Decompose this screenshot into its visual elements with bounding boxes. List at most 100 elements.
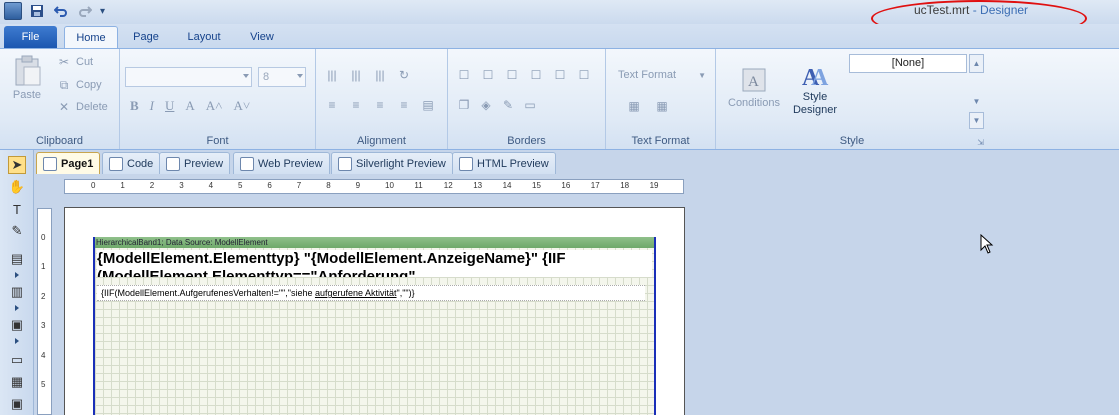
- text-component-title[interactable]: {ModellElement.Elementtyp} "{ModellEleme…: [97, 250, 652, 277]
- delete-icon: ✕: [58, 100, 70, 114]
- line-style-icon[interactable]: ▭: [522, 98, 538, 112]
- expand-arrow-icon[interactable]: [15, 272, 19, 278]
- tab-file[interactable]: File: [4, 26, 57, 48]
- tab-preview[interactable]: Preview: [159, 152, 231, 174]
- font-group-label: Font: [206, 135, 229, 147]
- right-border-icon[interactable]: ☐: [576, 68, 592, 82]
- save-icon[interactable]: [28, 2, 46, 20]
- tab-home[interactable]: Home: [64, 26, 118, 48]
- report-page[interactable]: HierarchicalBand1; Data Source: ModellEl…: [64, 207, 685, 415]
- group-borders: ☐ ☐ ☐ ☐ ☐ ☐ ❐ ◈ ✎ ▭ Borders: [448, 49, 606, 149]
- alignment-group-label: Alignment: [357, 135, 406, 147]
- grow-font-button[interactable]: A˄: [206, 98, 223, 114]
- shrink-font-button[interactable]: A˅: [234, 98, 251, 114]
- hierarchical-band[interactable]: HierarchicalBand1; Data Source: ModellEl…: [93, 237, 656, 415]
- conditions-button[interactable]: A Conditions: [728, 67, 780, 109]
- group-alignment: ||| ||| ||| ↻ ≡ ≡ ≡ ≡ ▤ Alignment: [316, 49, 448, 149]
- font-size-combo[interactable]: 8: [258, 67, 306, 87]
- qat-customize-icon[interactable]: ▾: [100, 6, 105, 17]
- delete-button[interactable]: ✕ Delete: [56, 100, 108, 114]
- no-border-icon[interactable]: ☐: [480, 68, 496, 82]
- tab-code[interactable]: Code: [102, 152, 161, 174]
- ruler-tick-label: 8: [326, 181, 331, 190]
- gallery-down-icon[interactable]: ▼: [969, 93, 984, 112]
- style-designer-button[interactable]: AA Style Designer: [792, 61, 838, 117]
- tab-page[interactable]: Page: [122, 26, 170, 48]
- tab-silverlight-preview[interactable]: Silverlight Preview: [331, 152, 453, 174]
- cross-band-tool-icon[interactable]: ▥: [8, 283, 26, 301]
- designer-area[interactable]: 0 1 2 3 4 5 6 7 8 9 10 11 12 13 14 15 16 17 18 19 012345 Hi…: [34, 174, 1119, 415]
- copy-icon: ⧉: [59, 77, 69, 92]
- hand-pan-icon[interactable]: ✋: [8, 178, 26, 196]
- band-tool-icon[interactable]: ▤: [8, 250, 26, 268]
- format-currency-icon[interactable]: ▦: [626, 99, 642, 113]
- delete-label: Delete: [76, 101, 108, 113]
- word-wrap-icon[interactable]: ▤: [420, 98, 436, 112]
- align-bottom-icon[interactable]: |||: [372, 68, 388, 82]
- reference-text-pre: {IIF(ModellElement.AufgerufenesVerhalten…: [101, 288, 315, 298]
- tab-view[interactable]: View: [240, 26, 284, 48]
- web-preview-icon: [240, 156, 254, 171]
- svg-text:A: A: [748, 74, 759, 90]
- align-top-icon[interactable]: |||: [324, 68, 340, 82]
- fill-color-icon[interactable]: ◈: [478, 98, 494, 112]
- align-center-icon[interactable]: ≡: [348, 98, 364, 112]
- tab-html-preview[interactable]: HTML Preview: [452, 152, 556, 174]
- dialog-launcher-icon[interactable]: ⇲: [977, 138, 984, 147]
- ruler-tick-label: 0: [91, 181, 96, 190]
- gallery-expand-icon[interactable]: ▼: [969, 112, 984, 129]
- style-designer-label: Style Designer: [792, 91, 838, 116]
- tab-layout[interactable]: Layout: [178, 26, 230, 48]
- italic-button[interactable]: I: [150, 98, 154, 114]
- expand-arrow-icon[interactable]: [15, 338, 19, 344]
- rotate-text-icon[interactable]: ↻: [396, 68, 412, 82]
- shadow-icon[interactable]: ❐: [456, 98, 472, 112]
- text-component-reference[interactable]: {IIF(ModellElement.AufgerufenesVerhalten…: [97, 285, 645, 301]
- ruler-tick-label: 3: [41, 321, 46, 331]
- components-tool-icon[interactable]: ▣: [8, 316, 26, 334]
- tab-page1[interactable]: Page1: [36, 152, 101, 174]
- style-gallery-item[interactable]: [None]: [849, 54, 967, 73]
- format-brush-icon[interactable]: ✎: [8, 222, 26, 240]
- text-format-button[interactable]: Text Format ▼: [618, 69, 706, 81]
- underline-button[interactable]: U: [165, 98, 174, 114]
- ruler-tick-label: 14: [502, 181, 512, 190]
- select-pointer-icon[interactable]: ➤: [8, 156, 26, 174]
- align-middle-icon[interactable]: |||: [348, 68, 364, 82]
- ruler-tick-label: 7: [296, 181, 302, 190]
- app-icon[interactable]: [4, 2, 22, 20]
- tab-web-preview[interactable]: Web Preview: [233, 152, 330, 174]
- gallery-up-icon[interactable]: ▲: [969, 54, 984, 73]
- border-color-icon[interactable]: ✎: [500, 98, 516, 112]
- paste-button[interactable]: Paste: [12, 55, 42, 101]
- html-preview-icon: [459, 156, 473, 171]
- conditions-label: Conditions: [728, 97, 780, 109]
- ruler-tick-label: 3: [179, 181, 184, 190]
- cut-button[interactable]: ✂ Cut: [56, 55, 93, 69]
- align-left-icon[interactable]: ≡: [324, 98, 340, 112]
- vertical-ruler: 0 1 2 3 4 5: [37, 208, 52, 415]
- bold-button[interactable]: B: [130, 98, 139, 114]
- justify-icon[interactable]: ≡: [396, 98, 412, 112]
- borders-row-top: ☐ ☐ ☐ ☐ ☐ ☐: [456, 68, 592, 82]
- text-tool-icon[interactable]: T: [8, 200, 26, 218]
- redo-icon[interactable]: [76, 2, 94, 20]
- format-other-icon[interactable]: ▦: [654, 99, 670, 113]
- expand-arrow-icon[interactable]: [15, 305, 19, 311]
- ruler-tick-label: 12: [443, 181, 453, 190]
- text-component-icon[interactable]: ▭: [8, 351, 26, 369]
- ruler-tick-label: 5: [41, 380, 46, 389]
- top-border-icon[interactable]: ☐: [504, 68, 520, 82]
- table-component-icon[interactable]: ▦: [8, 373, 26, 391]
- align-right-icon[interactable]: ≡: [372, 98, 388, 112]
- all-borders-icon[interactable]: ☐: [456, 68, 472, 82]
- font-name-combo[interactable]: [125, 67, 252, 87]
- left-border-icon[interactable]: ☐: [528, 68, 544, 82]
- bottom-border-icon[interactable]: ☐: [552, 68, 568, 82]
- image-component-icon[interactable]: ▣: [8, 395, 26, 413]
- band-header[interactable]: HierarchicalBand1; Data Source: ModellEl…: [95, 237, 654, 248]
- ruler-tick-label: 16: [561, 181, 571, 190]
- font-color-button[interactable]: A: [185, 98, 194, 114]
- undo-icon[interactable]: [52, 2, 70, 20]
- copy-button[interactable]: ⧉ Copy: [56, 78, 102, 92]
